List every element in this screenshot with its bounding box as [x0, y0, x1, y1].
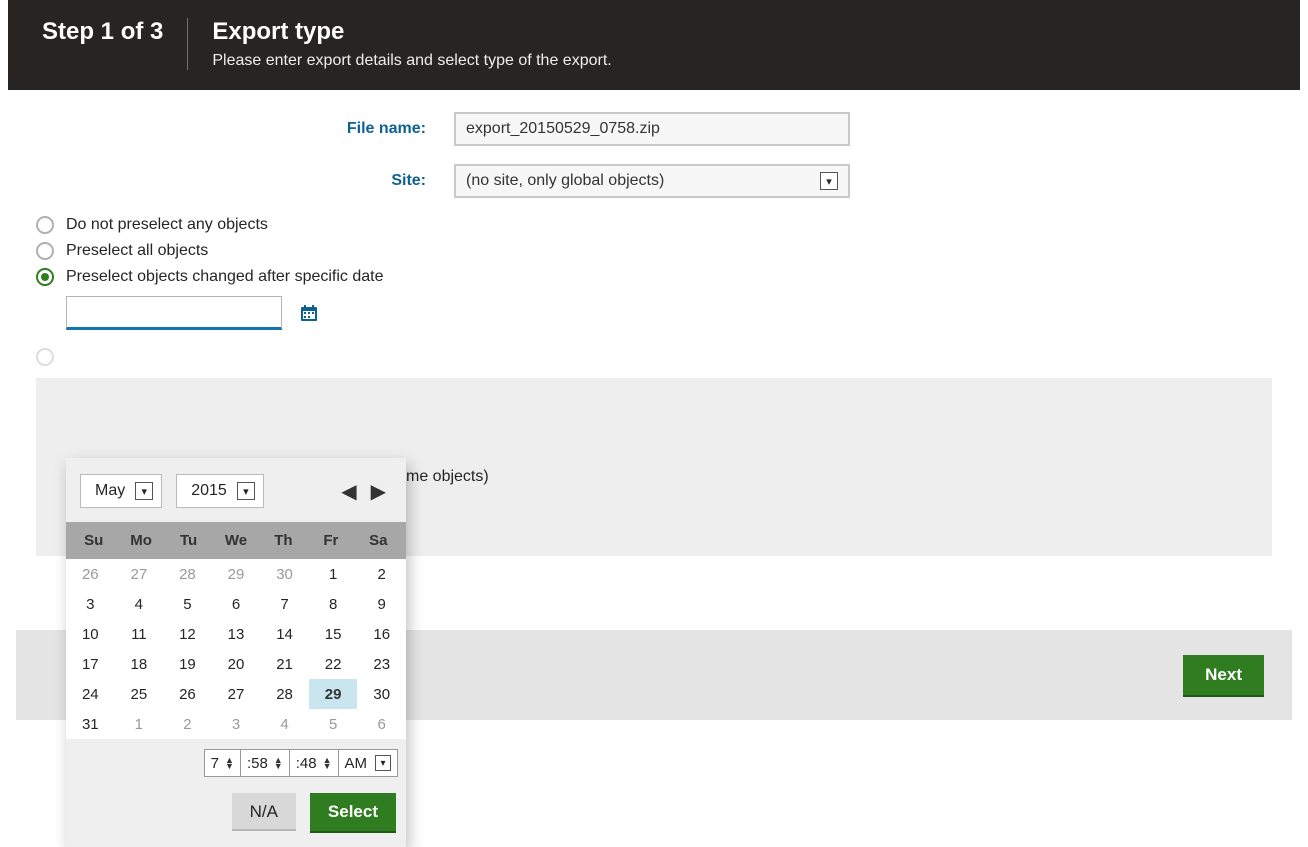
calendar-day[interactable]: 24 — [66, 679, 115, 709]
calendar-day[interactable]: 16 — [357, 619, 406, 649]
chevron-down-icon: ▾ — [135, 482, 153, 500]
calendar-day[interactable]: 13 — [212, 619, 261, 649]
calendar-day[interactable]: 6 — [357, 709, 406, 739]
calendar-day[interactable]: 30 — [357, 679, 406, 709]
chevron-down-icon: ▾ — [237, 482, 255, 500]
radio-icon — [36, 268, 54, 286]
radio-label: Preselect all objects — [66, 242, 208, 260]
calendar-day[interactable]: 30 — [260, 559, 309, 589]
next-button[interactable]: Next — [1183, 655, 1264, 695]
dow-cell: Sa — [355, 532, 402, 549]
month-value: May — [95, 482, 125, 500]
radio-label: Preselect objects changed after specific… — [66, 268, 384, 286]
calendar-day[interactable]: 23 — [357, 649, 406, 679]
calendar-day[interactable]: 22 — [309, 649, 358, 679]
calendar-day[interactable]: 3 — [66, 589, 115, 619]
month-select[interactable]: May ▾ — [80, 474, 162, 508]
calendar-day[interactable]: 1 — [115, 709, 164, 739]
radio-icon — [36, 242, 54, 260]
minute-stepper[interactable]: :58 ▲▼ — [240, 749, 290, 777]
year-value: 2015 — [191, 482, 227, 500]
file-name-input[interactable] — [454, 112, 850, 146]
calendar-day[interactable]: 14 — [260, 619, 309, 649]
dow-cell: Fr — [307, 532, 354, 549]
calendar-day[interactable]: 26 — [66, 559, 115, 589]
chevron-down-icon: ▾ — [375, 755, 391, 771]
na-button[interactable]: N/A — [232, 793, 296, 831]
dow-cell: Th — [260, 532, 307, 549]
radio-icon — [36, 348, 54, 366]
calendar-day[interactable]: 3 — [212, 709, 261, 739]
date-input[interactable] — [66, 296, 282, 330]
calendar-day[interactable]: 29 — [309, 679, 358, 709]
calendar-day[interactable]: 9 — [357, 589, 406, 619]
calendar-day[interactable]: 28 — [163, 559, 212, 589]
radio-preselect-none[interactable]: Do not preselect any objects — [36, 216, 1272, 234]
calendar-day[interactable]: 1 — [309, 559, 358, 589]
ampm-select[interactable]: AM ▾ — [338, 749, 399, 777]
page-title: Export type — [212, 18, 611, 46]
calendar-day[interactable]: 2 — [163, 709, 212, 739]
calendar-day[interactable]: 27 — [115, 559, 164, 589]
site-select[interactable]: (no site, only global objects) ▾ — [454, 164, 850, 198]
calendar-day[interactable]: 15 — [309, 619, 358, 649]
calendar-day[interactable]: 4 — [260, 709, 309, 739]
calendar-day[interactable]: 28 — [260, 679, 309, 709]
calendar-day[interactable]: 26 — [163, 679, 212, 709]
calendar-day[interactable]: 5 — [309, 709, 358, 739]
calendar-day[interactable]: 18 — [115, 649, 164, 679]
calendar-day[interactable]: 11 — [115, 619, 164, 649]
ampm-value: AM — [345, 755, 368, 772]
partially-visible-text: me objects) — [406, 468, 489, 486]
dow-cell: Mo — [117, 532, 164, 549]
header-divider — [187, 18, 188, 70]
radio-icon — [36, 216, 54, 234]
minute-value: :58 — [247, 755, 268, 772]
calendar-day[interactable]: 6 — [212, 589, 261, 619]
calendar-day[interactable]: 31 — [66, 709, 115, 739]
radio-label: Do not preselect any objects — [66, 216, 268, 234]
wizard-header: Step 1 of 3 Export type Please enter exp… — [8, 0, 1300, 90]
calendar-day[interactable]: 12 — [163, 619, 212, 649]
radio-preselect-date[interactable]: Preselect objects changed after specific… — [36, 268, 1272, 286]
dow-cell: We — [212, 532, 259, 549]
select-date-button[interactable]: Select — [310, 793, 396, 831]
wizard-body: File name: Site: (no site, only global o… — [8, 90, 1300, 630]
page-subtitle: Please enter export details and select t… — [212, 52, 611, 70]
file-name-label: File name: — [36, 120, 454, 138]
dow-cell: Su — [70, 532, 117, 549]
radio-preselect-all[interactable]: Preselect all objects — [36, 242, 1272, 260]
calendar-day[interactable]: 17 — [66, 649, 115, 679]
second-stepper[interactable]: :48 ▲▼ — [289, 749, 339, 777]
step-indicator: Step 1 of 3 — [42, 18, 187, 46]
calendar-icon[interactable] — [300, 304, 318, 322]
day-of-week-header: SuMoTuWeThFrSa — [66, 522, 406, 559]
chevron-down-icon: ▾ — [820, 172, 838, 190]
calendar-days-grid: 2627282930123456789101112131415161718192… — [66, 559, 406, 739]
calendar-day[interactable]: 25 — [115, 679, 164, 709]
site-select-value: (no site, only global objects) — [466, 172, 820, 190]
calendar-day[interactable]: 20 — [212, 649, 261, 679]
time-picker-row: 7 ▲▼ :58 ▲▼ :48 ▲▼ AM ▾ — [66, 739, 406, 777]
calendar-day[interactable]: 29 — [212, 559, 261, 589]
calendar-day[interactable]: 2 — [357, 559, 406, 589]
prev-month-arrow[interactable]: ◀ — [341, 479, 356, 504]
dow-cell: Tu — [165, 532, 212, 549]
next-month-arrow[interactable]: ▶ — [371, 479, 386, 504]
calendar-day[interactable]: 5 — [163, 589, 212, 619]
calendar-day[interactable]: 7 — [260, 589, 309, 619]
radio-hidden-option — [36, 348, 1272, 366]
hour-stepper[interactable]: 7 ▲▼ — [204, 749, 241, 777]
calendar-day[interactable]: 10 — [66, 619, 115, 649]
site-label: Site: — [36, 172, 454, 190]
calendar-day[interactable]: 21 — [260, 649, 309, 679]
date-picker-popup: May ▾ 2015 ▾ ◀ ▶ SuMoTuWeThFrSa 2627 — [66, 458, 406, 847]
calendar-day[interactable]: 8 — [309, 589, 358, 619]
calendar-day[interactable]: 4 — [115, 589, 164, 619]
hour-value: 7 — [211, 755, 219, 772]
year-select[interactable]: 2015 ▾ — [176, 474, 264, 508]
second-value: :48 — [296, 755, 317, 772]
calendar-day[interactable]: 19 — [163, 649, 212, 679]
calendar-day[interactable]: 27 — [212, 679, 261, 709]
